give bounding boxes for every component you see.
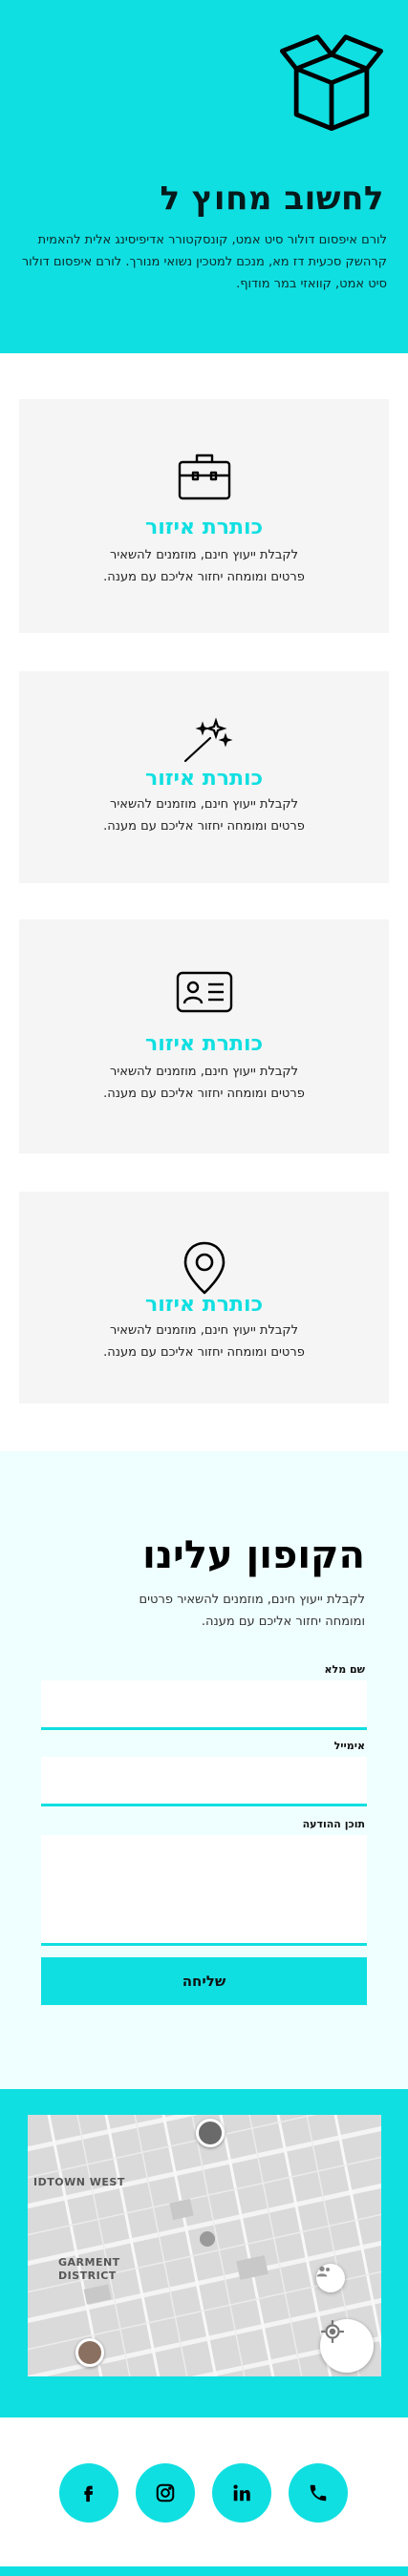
map-label-garment: GARMENT	[58, 2256, 120, 2269]
linkedin-button[interactable]	[212, 2463, 271, 2523]
feature-card-3: כותרת איזור לקבלת ייעוץ חינם, מוזמנים לה…	[19, 919, 389, 1153]
magic-wand-icon	[183, 717, 232, 763]
map-label-district: DISTRICT	[58, 2270, 117, 2282]
feature-text: לקבלת ייעוץ חינם, מוזמנים להשאיר פרטים ו…	[103, 548, 305, 584]
phone-button[interactable]	[289, 2463, 348, 2523]
hero-text: לורם איפסום דולור סיט אמט, קונסקטורר אדי…	[21, 233, 387, 291]
email-field-label: אימייל	[333, 1740, 365, 1752]
name-field[interactable]	[41, 1680, 367, 1730]
phone-icon	[310, 2484, 327, 2502]
feature-card-2: כותרת איזור לקבלת ייעוץ חינם, מוזמנים לה…	[19, 671, 389, 883]
instagram-button[interactable]	[136, 2463, 195, 2523]
feature-text: לקבלת ייעוץ חינם, מוזמנים להשאיר פרטים ו…	[103, 797, 305, 834]
map-user-avatar[interactable]	[196, 2119, 225, 2147]
coupon-title: הקופון עלינו	[142, 1533, 365, 1577]
email-field[interactable]	[41, 1757, 367, 1806]
map-locate-icon[interactable]	[320, 2319, 374, 2373]
briefcase-icon	[178, 454, 230, 500]
map-embed[interactable]: IDTOWN WEST GARMENT DISTRICT	[28, 2115, 381, 2376]
feature-card-4: כותרת איזור לקבלת ייעוץ חינם, מוזמנים לה…	[19, 1192, 389, 1404]
social-links	[0, 2418, 408, 2566]
feature-title: כותרת איזור	[144, 1032, 264, 1056]
location-pin-icon	[183, 1241, 225, 1295]
facebook-button[interactable]	[59, 2463, 118, 2523]
message-field[interactable]	[41, 1835, 367, 1946]
feature-text: לקבלת ייעוץ חינם, מוזמנים להשאיר פרטים ו…	[103, 1323, 305, 1360]
name-field-label: שם מלא	[324, 1663, 365, 1676]
hero-title: לחשוב מחוץ ל	[160, 179, 384, 218]
feature-text: לקבלת ייעוץ חינם, מוזמנים להשאיר פרטים ו…	[103, 1065, 305, 1101]
message-field-label: תוכן ההודעה	[302, 1818, 365, 1830]
facebook-icon	[84, 2485, 94, 2502]
id-card-icon	[176, 971, 232, 1013]
coupon-subtitle: לקבלת ייעוץ חינם, מוזמנים להשאיר פרטים ו…	[139, 1593, 365, 1629]
map-people-icon[interactable]	[316, 2264, 345, 2292]
map-user-avatar[interactable]	[75, 2338, 104, 2367]
submit-button[interactable]: שליחה	[41, 1957, 367, 2005]
feature-title: כותרת איזור	[144, 1293, 264, 1317]
feature-title: כותרת איזור	[144, 767, 264, 791]
linkedin-icon	[233, 2484, 250, 2502]
map-label-midtown: IDTOWN WEST	[33, 2176, 125, 2188]
feature-title: כותרת איזור	[144, 516, 264, 539]
map-section: IDTOWN WEST GARMENT DISTRICT	[0, 2089, 408, 2418]
open-box-icon	[279, 34, 384, 132]
footer-accent-bar	[0, 2566, 408, 2576]
feature-card-1: כותרת איזור לקבלת ייעוץ חינם, מוזמנים לה…	[19, 399, 389, 633]
coupon-form-section: הקופון עלינו לקבלת ייעוץ חינם, מוזמנים ל…	[0, 1451, 408, 2089]
instagram-icon	[156, 2483, 175, 2502]
hero-section: לחשוב מחוץ ל לורם איפסום דולור סיט אמט, …	[0, 0, 408, 353]
